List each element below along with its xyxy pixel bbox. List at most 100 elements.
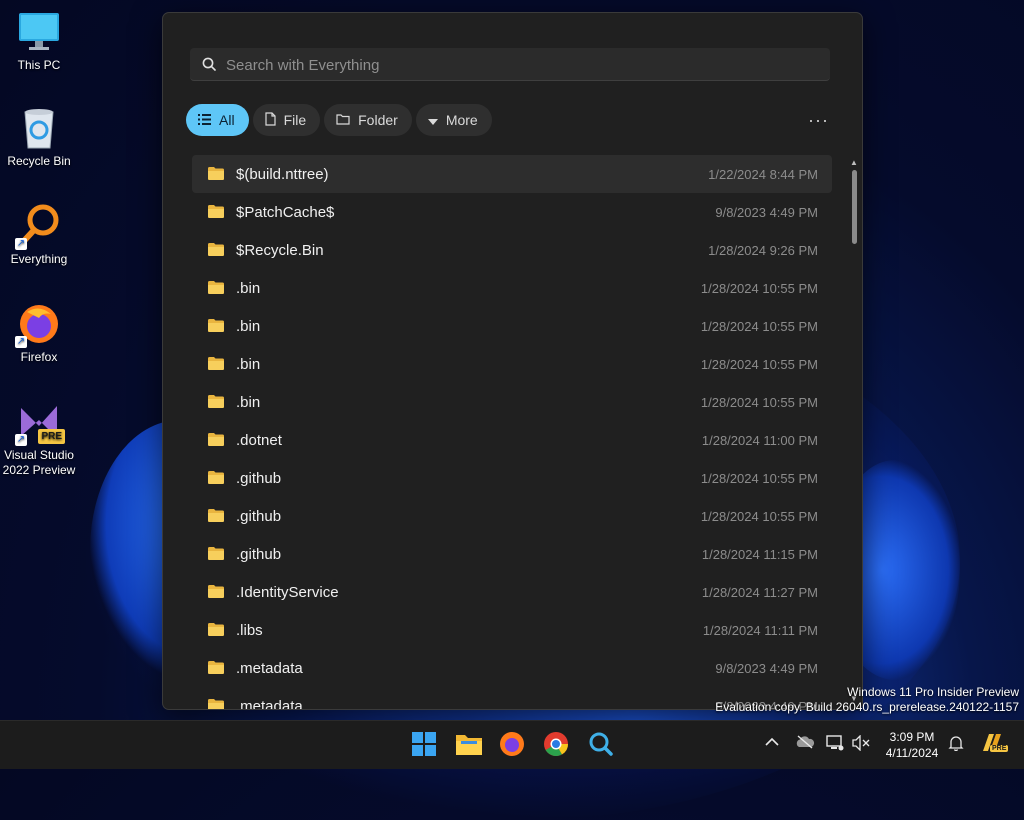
folder-icon xyxy=(208,319,224,337)
watermark-line1: Windows 11 Pro Insider Preview xyxy=(847,685,1019,699)
folder-icon xyxy=(208,661,224,679)
result-date-modified: 9/8/2023 4:49 PM xyxy=(715,204,818,220)
result-row[interactable]: .dotnet 1/28/2024 11:00 PM xyxy=(192,421,832,459)
scroll-up-icon[interactable]: ▲ xyxy=(850,158,858,167)
list-icon xyxy=(198,112,211,128)
chrome-icon[interactable] xyxy=(543,731,571,759)
chevron-up-icon[interactable] xyxy=(765,735,779,750)
shortcut-arrow-icon: ↗ xyxy=(15,434,27,446)
folder-icon xyxy=(208,357,224,375)
caret-down-icon xyxy=(427,112,438,128)
windows-start-icon[interactable] xyxy=(411,731,439,759)
folder-icon xyxy=(208,281,224,299)
desktop-icon-label: Firefox xyxy=(20,350,58,364)
result-row[interactable]: .metadata 9/8/2023 4:49 PM xyxy=(192,649,832,687)
filter-label: Folder xyxy=(358,112,398,128)
desktop-icon-recycle-bin[interactable]: Recycle Bin xyxy=(2,106,76,169)
filter-all-button[interactable]: All xyxy=(186,104,249,136)
filter-more-dropdown[interactable]: More xyxy=(415,104,492,136)
shortcut-arrow-icon: ↗ xyxy=(15,238,27,250)
visual-studio-icon: PRE ↗ xyxy=(15,400,65,446)
desktop-icon-firefox[interactable]: ↗ Firefox xyxy=(2,302,76,365)
search-input[interactable] xyxy=(224,52,818,78)
notification-bell-icon[interactable] xyxy=(948,735,964,754)
result-date-modified: 1/28/2024 10:55 PM xyxy=(700,508,818,524)
result-name: $Recycle.Bin xyxy=(236,241,324,259)
desktop-icon-this-pc[interactable]: This PC xyxy=(2,10,76,73)
desktop-icon-everything[interactable]: ↗ Everything xyxy=(2,204,76,267)
desktop-icon-visual-studio[interactable]: PRE ↗ Visual Studio 2022 Preview xyxy=(2,400,76,478)
recycle-bin-icon xyxy=(17,106,61,150)
taskbar: 3:09 PM 4/11/2024 PRE xyxy=(0,720,1024,769)
file-icon xyxy=(264,111,276,129)
result-row[interactable]: .bin 1/28/2024 10:55 PM xyxy=(192,307,832,345)
filter-file-button[interactable]: File xyxy=(252,104,321,136)
folder-icon xyxy=(336,112,350,128)
result-name: .dotnet xyxy=(236,431,282,449)
result-name: .bin xyxy=(236,393,261,411)
folder-icon xyxy=(208,509,224,527)
result-name: .metadata xyxy=(236,659,303,677)
result-name: $(build.nttree) xyxy=(236,165,329,183)
result-name: .bin xyxy=(236,355,261,373)
watermark-line2: Evaluation copy. Build 26040.rs_prerelea… xyxy=(715,700,1019,714)
folder-icon xyxy=(208,471,224,489)
result-name: .IdentityService xyxy=(236,583,339,601)
everything-icon[interactable] xyxy=(587,731,615,759)
everything-magnifier-icon: ↗ xyxy=(15,204,61,250)
results-list[interactable]: $(build.nttree) 1/22/2024 8:44 PM $PatchCa… xyxy=(192,155,832,710)
result-date-modified: 1/28/2024 10:55 PM xyxy=(700,356,818,372)
pre-badge: PRE xyxy=(38,429,65,444)
folder-icon xyxy=(208,243,224,261)
copilot-preview-icon[interactable]: PRE xyxy=(980,731,1009,758)
result-name: .metadata xyxy=(236,697,303,710)
result-row[interactable]: $(build.nttree) 1/22/2024 8:44 PM xyxy=(192,155,832,193)
volume-muted-icon[interactable] xyxy=(852,734,870,754)
scrollbar-thumb[interactable] xyxy=(852,170,857,244)
taskbar-clock[interactable]: 3:09 PM 4/11/2024 xyxy=(872,729,952,761)
result-row[interactable]: .bin 1/28/2024 10:55 PM xyxy=(192,345,832,383)
folder-icon xyxy=(208,699,224,709)
result-row[interactable]: .github 1/28/2024 11:15 PM xyxy=(192,535,832,573)
result-name: .bin xyxy=(236,279,261,297)
firefox-icon[interactable] xyxy=(499,731,527,759)
folder-icon xyxy=(208,395,224,413)
folder-icon xyxy=(208,547,224,565)
shortcut-arrow-icon: ↗ xyxy=(15,336,27,348)
result-name: .github xyxy=(236,545,282,563)
folder-icon xyxy=(208,623,224,641)
onedrive-offline-icon[interactable] xyxy=(795,735,815,752)
filter-bar: All File Folder More xyxy=(186,104,492,136)
result-row[interactable]: $Recycle.Bin 1/28/2024 9:26 PM xyxy=(192,231,832,269)
desktop-icon-label: Everything xyxy=(10,252,68,266)
result-date-modified: 1/22/2024 8:44 PM xyxy=(708,166,818,182)
folder-icon xyxy=(208,205,224,223)
result-row[interactable]: .libs 1/28/2024 11:11 PM xyxy=(192,611,832,649)
result-row[interactable]: .github 1/28/2024 10:55 PM xyxy=(192,497,832,535)
result-row[interactable]: .bin 1/28/2024 10:55 PM xyxy=(192,269,832,307)
result-date-modified: 1/28/2024 11:11 PM xyxy=(702,622,818,638)
result-row[interactable]: .IdentityService 1/28/2024 11:27 PM xyxy=(192,573,832,611)
file-explorer-icon[interactable] xyxy=(455,731,483,759)
network-icon[interactable] xyxy=(826,735,844,754)
filter-label: More xyxy=(445,112,478,128)
result-row[interactable]: $PatchCache$ 9/8/2023 4:49 PM xyxy=(192,193,832,231)
result-row[interactable]: .bin 1/28/2024 10:55 PM xyxy=(192,383,832,421)
tray-pre-badge: PRE xyxy=(990,745,1009,752)
folder-icon xyxy=(208,433,224,451)
result-date-modified: 1/28/2024 10:55 PM xyxy=(700,470,818,486)
result-date-modified: 1/28/2024 10:55 PM xyxy=(700,318,818,334)
result-date-modified: 9/8/2023 4:49 PM xyxy=(715,660,818,676)
filter-label: All xyxy=(219,112,235,128)
result-date-modified: 1/28/2024 9:26 PM xyxy=(708,242,818,258)
result-name: .github xyxy=(236,507,282,525)
search-box[interactable] xyxy=(190,48,830,81)
folder-icon xyxy=(208,167,224,185)
clock-time: 3:09 PM xyxy=(889,730,935,744)
filter-folder-button[interactable]: Folder xyxy=(324,104,412,136)
folder-icon xyxy=(208,585,224,603)
ellipsis-icon[interactable]: ··· xyxy=(808,110,829,131)
firefox-icon: ↗ xyxy=(15,302,61,348)
results-scrollbar[interactable]: ▲ ▼ xyxy=(849,158,859,706)
result-row[interactable]: .github 1/28/2024 10:55 PM xyxy=(192,459,832,497)
